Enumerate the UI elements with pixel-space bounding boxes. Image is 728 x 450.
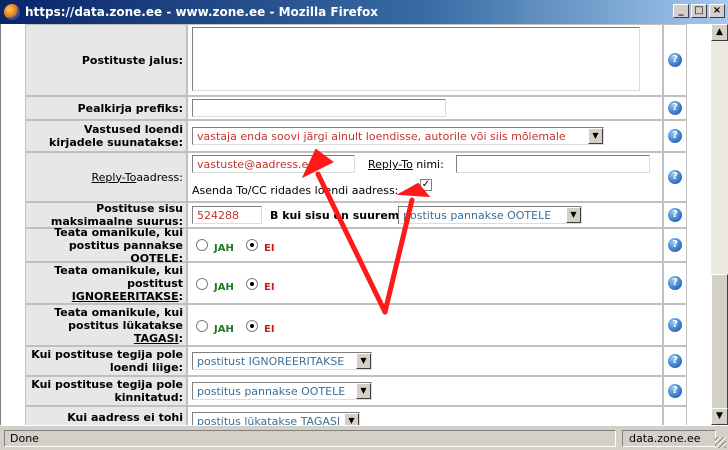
max-size-input[interactable]: 524288 (192, 206, 262, 224)
status-text: Done (4, 430, 616, 447)
max-size-label: Postituse sisu maksimaalne suurus: (25, 202, 187, 228)
notify-ignored-yes-radio[interactable] (196, 278, 208, 290)
help-icon[interactable]: ? (668, 276, 682, 290)
notify-pending-no-label: EI (264, 243, 275, 254)
resize-grip-icon[interactable] (715, 437, 726, 448)
notify-rejected-label: Teata omanikule, kui postitus lükatakse … (25, 304, 187, 346)
row-non-member: Kui postituse tegija pole loendi liige: … (25, 346, 687, 376)
firefox-icon (4, 4, 20, 20)
forbidden-address-label: Kui aadress ei tohi (25, 406, 187, 425)
notify-rejected-yes-label: JAH (214, 324, 234, 335)
reply-to-name-label: Reply-To nimi: (368, 158, 444, 171)
subject-prefix-label: Pealkirja prefiks: (25, 96, 187, 120)
title-bar: https://data.zone.ee - www.zone.ee - Moz… (0, 0, 728, 24)
reply-to-abbr: Reply-To (91, 170, 137, 184)
forbidden-address-selected: postitus lükatakse TAGASI (197, 415, 341, 425)
non-member-select[interactable]: postitust IGNOREERITAKSE ▼ (192, 352, 372, 370)
max-size-action-select[interactable]: postitus pannakse OOTELE ▼ (398, 206, 582, 224)
row-notify-rejected: Teata omanikule, kui postitus lükatakse … (25, 304, 687, 346)
footer-label: Postituste jalus: (25, 24, 187, 96)
status-bar: Done data.zone.ee (0, 425, 728, 450)
row-replies: Vastused loendi kirjadele suunatakse: va… (25, 120, 687, 152)
help-icon[interactable]: ? (668, 170, 682, 184)
notify-ignored-no-radio[interactable] (246, 278, 258, 290)
reply-to-address-input[interactable]: vastuste@aadress.ee (192, 155, 355, 173)
row-max-size: Postituse sisu maksimaalne suurus: 52428… (25, 202, 687, 228)
reply-to-name-input[interactable] (456, 155, 650, 173)
reply-to-label: Reply-To aadress: (25, 152, 187, 202)
page-viewport: Postituste jalus: ? Pealkirja prefiks: ?… (0, 24, 711, 425)
notify-rejected-no-radio[interactable] (246, 320, 258, 332)
row-footer: Postituste jalus: ? (25, 24, 687, 96)
chevron-down-icon[interactable]: ▼ (344, 413, 359, 425)
max-size-action-selected: postitus pannakse OOTELE (403, 209, 552, 222)
scroll-thumb[interactable] (711, 274, 728, 414)
reply-to-name-text: nimi: (412, 158, 444, 171)
notify-pending-yes-label: JAH (214, 243, 234, 254)
notify-rejected-no-label: EI (264, 324, 275, 335)
help-icon[interactable]: ? (668, 208, 682, 222)
maximize-button[interactable]: □ (691, 4, 707, 18)
row-reply-to: Reply-To aadress: vastuste@aadress.ee Re… (25, 152, 687, 202)
reply-to-label-text: aadress: (136, 170, 183, 184)
notify-rejected-text: Teata omanikule, kui postitus lükatakse (54, 305, 183, 332)
chevron-down-icon[interactable]: ▼ (588, 128, 603, 144)
row-forbidden-address: Kui aadress ei tohi postitus lükatakse T… (25, 406, 687, 425)
notify-ignored-yes-label: JAH (214, 282, 234, 293)
close-button[interactable]: × (709, 4, 725, 18)
notify-pending-text: Teata omanikule, kui postitus pannakse (54, 225, 183, 252)
minimize-button[interactable]: _ (673, 4, 689, 18)
help-icon[interactable]: ? (668, 53, 682, 67)
help-icon[interactable]: ? (668, 238, 682, 252)
notify-rejected-keyword: TAGASI (133, 331, 179, 345)
replies-label: Vastused loendi kirjadele suunatakse: (25, 120, 187, 152)
reply-to-name-abbr: Reply-To (368, 158, 413, 171)
notify-rejected-colon: : (178, 331, 183, 345)
non-member-selected: postitust IGNOREERITAKSE (197, 355, 345, 368)
chevron-down-icon[interactable]: ▼ (356, 383, 371, 399)
vertical-scrollbar[interactable]: ▲ ▼ (711, 24, 728, 425)
replies-selected: vastaja enda soovi järgi ainult loendiss… (197, 130, 566, 143)
help-icon[interactable]: ? (668, 101, 682, 115)
help-icon[interactable]: ? (668, 354, 682, 368)
chevron-down-icon[interactable]: ▼ (356, 353, 371, 369)
status-domain: data.zone.ee (622, 430, 716, 447)
notify-pending-no-radio[interactable] (246, 239, 258, 251)
notify-rejected-yes-radio[interactable] (196, 320, 208, 332)
non-member-label: Kui postituse tegija pole loendi liige: (25, 346, 187, 376)
help-icon[interactable]: ? (668, 318, 682, 332)
help-icon[interactable]: ? (668, 384, 682, 398)
scroll-up-icon[interactable]: ▲ (711, 24, 728, 41)
notify-ignored-label: Teata omanikule, kui postitust IGNOREERI… (25, 262, 187, 304)
row-not-confirmed: Kui postituse tegija pole kinnitatud: po… (25, 376, 687, 406)
row-subject-prefix: Pealkirja prefiks: ? (25, 96, 687, 120)
subject-prefix-input[interactable] (192, 99, 446, 117)
not-confirmed-selected: postitus pannakse OOTELE (197, 385, 346, 398)
replies-select[interactable]: vastaja enda soovi järgi ainult loendiss… (192, 127, 604, 145)
row-notify-ignored: Teata omanikule, kui postitust IGNOREERI… (25, 262, 687, 304)
help-icon[interactable]: ? (668, 129, 682, 143)
notify-ignored-colon: : (178, 289, 183, 303)
window-title: https://data.zone.ee - www.zone.ee - Moz… (25, 5, 378, 19)
not-confirmed-label: Kui postituse tegija pole kinnitatud: (25, 376, 187, 406)
forbidden-address-select[interactable]: postitus lükatakse TAGASI ▼ (192, 412, 360, 425)
settings-table: Postituste jalus: ? Pealkirja prefiks: ?… (25, 24, 687, 425)
max-size-suffix: B kui sisu on suurem: (270, 209, 404, 222)
notify-ignored-no-label: EI (264, 282, 275, 293)
notify-ignored-keyword: IGNOREERITAKSE (71, 289, 179, 303)
notify-pending-label: Teata omanikule, kui postitus pannakse O… (25, 225, 187, 265)
notify-ignored-text: Teata omanikule, kui postitust (54, 263, 183, 290)
replace-to-cc-label: Asenda To/CC ridades loendi aadress: (192, 184, 399, 197)
chevron-down-icon[interactable]: ▼ (566, 207, 581, 223)
footer-textarea[interactable] (192, 27, 640, 91)
replace-to-cc-checkbox[interactable]: ✓ (420, 179, 432, 191)
row-notify-pending: Teata omanikule, kui postitus pannakse O… (25, 225, 687, 265)
not-confirmed-select[interactable]: postitus pannakse OOTELE ▼ (192, 382, 372, 400)
notify-pending-yes-radio[interactable] (196, 239, 208, 251)
scroll-down-icon[interactable]: ▼ (711, 408, 728, 425)
